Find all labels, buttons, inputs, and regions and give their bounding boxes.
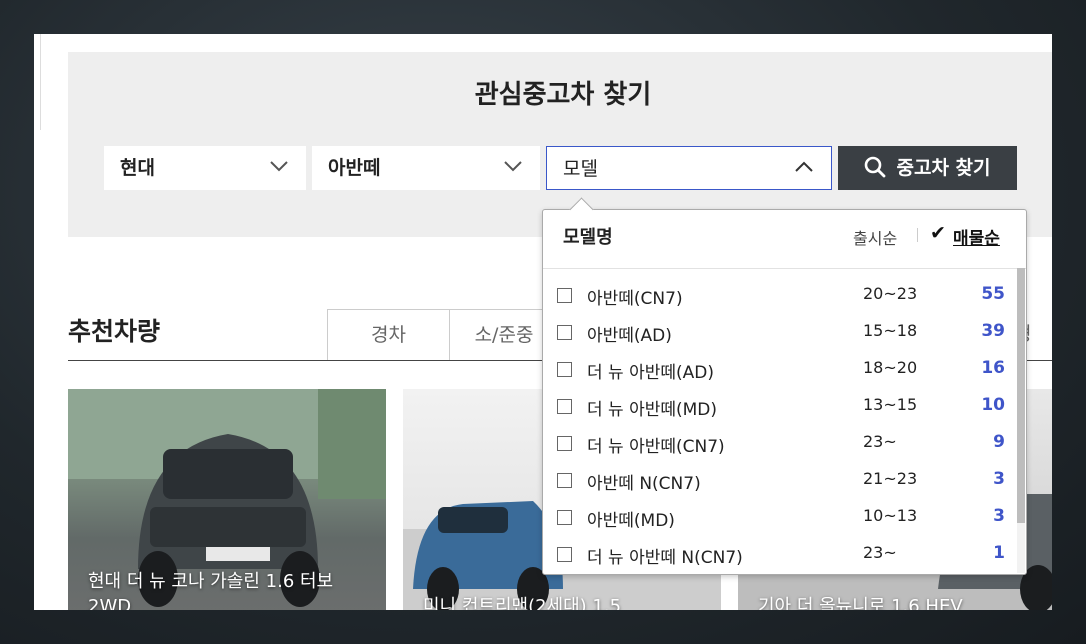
recommend-title: 추천차량 [68, 317, 161, 346]
model-count: 10 [981, 395, 1005, 415]
chevron-up-icon [793, 147, 817, 191]
list-item[interactable]: 더 뉴 아반떼 N(CN7) 23~ 1 [543, 539, 1015, 576]
model-name: 아반떼(AD) [587, 326, 672, 346]
chevron-down-icon [502, 146, 526, 190]
model-name: 아반떼(MD) [587, 511, 675, 531]
model-years: 20~23 [863, 284, 918, 303]
model-count: 39 [981, 321, 1005, 341]
list-item[interactable]: 아반떼 N(CN7) 21~23 3 [543, 465, 1015, 502]
left-divider [34, 34, 41, 130]
dropdown-header: 모델명 출시순 ✔ 매물순 [543, 210, 1026, 269]
car-card-title: 미니 컨트리맨(2세대) 1.5 [423, 596, 622, 610]
search-button-label: 중고차 찾기 [896, 157, 991, 179]
sort-by-release[interactable]: 출시순 [853, 225, 897, 249]
model-years: 13~15 [863, 395, 918, 414]
model-name: 아반떼 N(CN7) [587, 474, 701, 494]
model-years: 15~18 [863, 321, 918, 340]
model-name: 아반떼(CN7) [587, 289, 683, 309]
dropdown-scrollbar[interactable] [1017, 268, 1025, 573]
model-years: 23~ [863, 543, 897, 562]
sort-divider [917, 228, 918, 242]
model-count: 1 [993, 543, 1005, 563]
model-years: 23~ [863, 432, 897, 451]
chevron-down-icon [268, 146, 292, 190]
detail-model-select-value: 모델 [563, 158, 598, 180]
scrollbar-thumb[interactable] [1017, 268, 1025, 523]
search-cars-button[interactable]: 중고차 찾기 [838, 146, 1017, 190]
model-years: 10~13 [863, 506, 918, 525]
model-dropdown: 모델명 출시순 ✔ 매물순 아반떼(CN7) 20~23 55 아반떼(AD) … [542, 197, 1027, 576]
model-count: 9 [993, 432, 1005, 452]
maker-select-value: 현대 [120, 157, 155, 179]
list-item[interactable]: 더 뉴 아반떼(AD) 18~20 16 [543, 354, 1015, 391]
checkbox[interactable] [557, 325, 572, 340]
list-item[interactable]: 아반떼(CN7) 20~23 55 [543, 280, 1015, 317]
checkbox[interactable] [557, 288, 572, 303]
search-icon [865, 156, 886, 177]
list-item[interactable]: 아반떼(MD) 10~13 3 [543, 502, 1015, 539]
checkbox[interactable] [557, 436, 572, 451]
sort-by-listings[interactable]: 매물순 [953, 224, 1000, 249]
checkbox[interactable] [557, 399, 572, 414]
model-name: 더 뉴 아반떼(AD) [587, 363, 714, 383]
car-card-title: 현대 더 뉴 코나 가솔린 1.6 터보 2WD [88, 571, 334, 610]
list-item[interactable]: 더 뉴 아반떼(CN7) 23~ 9 [543, 428, 1015, 465]
car-card-title: 기아 더 올뉴니로 1.6 HEV [758, 596, 963, 610]
checkbox[interactable] [557, 362, 572, 377]
checkbox[interactable] [557, 473, 572, 488]
checkbox[interactable] [557, 547, 572, 562]
list-item[interactable]: 아반떼(AD) 15~18 39 [543, 317, 1015, 354]
model-count: 55 [981, 284, 1005, 304]
model-years: 21~23 [863, 469, 918, 488]
model-select-value: 아반떼 [328, 157, 381, 179]
model-count: 3 [993, 469, 1005, 489]
model-select[interactable]: 아반떼 [312, 146, 540, 190]
window-frame: 관심중고차 찾기 현대 아반떼 모델 중고차 찾기 추천차량 경차 소/준중 현… [0, 0, 1086, 644]
page: 관심중고차 찾기 현대 아반떼 모델 중고차 찾기 추천차량 경차 소/준중 현… [34, 34, 1052, 610]
model-name: 더 뉴 아반떼(CN7) [587, 437, 725, 457]
model-name: 더 뉴 아반떼 N(CN7) [587, 548, 743, 568]
model-years: 18~20 [863, 358, 918, 377]
car-card[interactable]: 현대 더 뉴 코나 가솔린 1.6 터보 2WD [68, 389, 386, 610]
detail-model-select[interactable]: 모델 [546, 146, 832, 190]
model-count: 3 [993, 506, 1005, 526]
model-name: 더 뉴 아반떼(MD) [587, 400, 718, 420]
list-item[interactable]: 더 뉴 아반떼(MD) 13~15 10 [543, 391, 1015, 428]
tab-compact[interactable]: 경차 [327, 309, 450, 360]
search-title: 관심중고차 찾기 [474, 80, 652, 110]
checkbox[interactable] [557, 510, 572, 525]
maker-select[interactable]: 현대 [104, 146, 306, 190]
check-icon: ✔ [930, 222, 946, 244]
model-count: 16 [981, 358, 1005, 378]
dropdown-title: 모델명 [563, 227, 613, 248]
